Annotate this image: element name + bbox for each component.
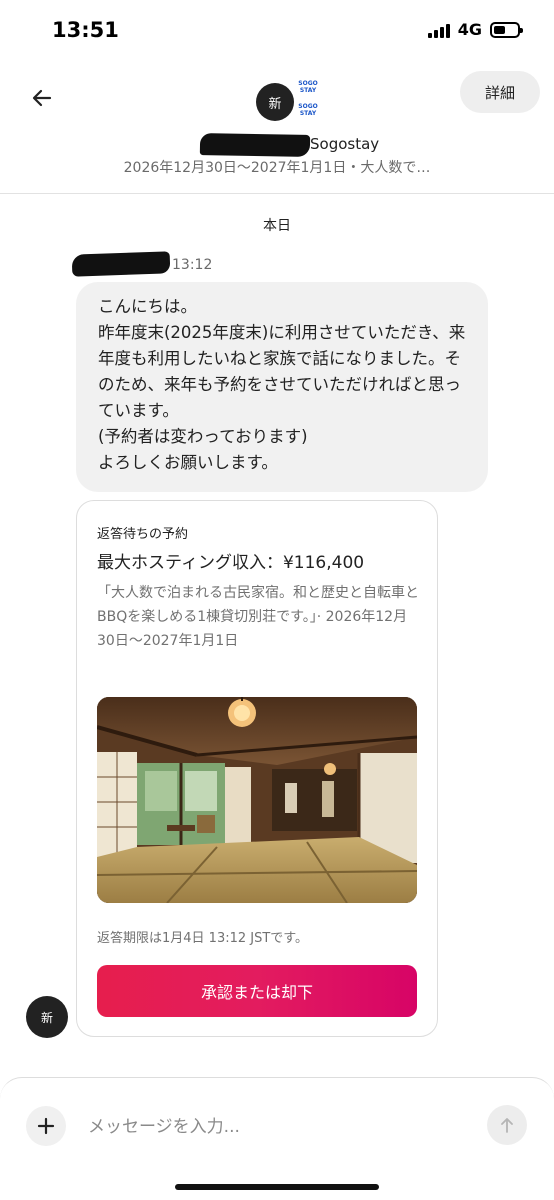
arrow-left-icon (32, 89, 52, 107)
status-bar: 13:51 4G (0, 0, 554, 62)
arrow-up-icon (501, 1118, 513, 1133)
redaction-mark (199, 133, 311, 157)
battery-icon (490, 21, 523, 38)
payout-amount: 最大ホスティング収入：¥116,400 (97, 553, 365, 573)
trip-summary[interactable]: 2026年12月30日～2027年1月1日・大人数で… (0, 157, 554, 177)
listing-photo[interactable] (97, 697, 417, 903)
message-input[interactable] (88, 1112, 468, 1142)
redaction-mark (71, 251, 171, 277)
plus-icon (37, 1117, 55, 1135)
send-button[interactable] (487, 1105, 527, 1145)
brand-logo: SOGO STAY (298, 80, 318, 94)
host-avatar[interactable]: 新 (256, 83, 294, 121)
home-indicator (175, 1184, 379, 1190)
details-button[interactable]: 詳細 (460, 71, 540, 113)
brand-logo: SOGO STAY (298, 103, 318, 117)
reservation-request-card[interactable]: 返答待ちの予約 最大ホスティング収入：¥116,400 「大人数で泊まれる古民家… (76, 500, 438, 1037)
host-name: Sogostay (310, 135, 380, 153)
message-bubble[interactable]: こんにちは。 昨年度末(2025年度末)に利用させていただき、来年度も利用したい… (76, 282, 488, 492)
message-composer (0, 1077, 554, 1200)
response-deadline: 返答期限は1月4日 13:12 JSTです。 (97, 931, 308, 946)
status-indicators: 4G (427, 20, 523, 39)
message-timestamp: 13:12 (172, 257, 213, 273)
status-time: 13:51 (52, 18, 119, 42)
listing-photo-illustration (97, 697, 417, 903)
signal-icon (427, 22, 450, 38)
date-separator: 本日 (263, 218, 291, 234)
listing-description: 「大人数で泊まれる古民家宿。和と歴史と自転車とBBQを楽しめる1棟貸切別荘です。… (97, 585, 419, 649)
header-divider (0, 193, 554, 194)
network-label: 4G (457, 20, 482, 39)
back-button[interactable] (24, 80, 60, 116)
accept-or-decline-button[interactable]: 承認または却下 (97, 965, 417, 1017)
add-attachment-button[interactable] (26, 1106, 66, 1146)
guest-avatar[interactable]: 新 (26, 996, 68, 1038)
message-text: こんにちは。 昨年度末(2025年度末)に利用させていただき、来年度も利用したい… (98, 297, 466, 472)
request-status-label: 返答待ちの予約 (97, 527, 189, 542)
